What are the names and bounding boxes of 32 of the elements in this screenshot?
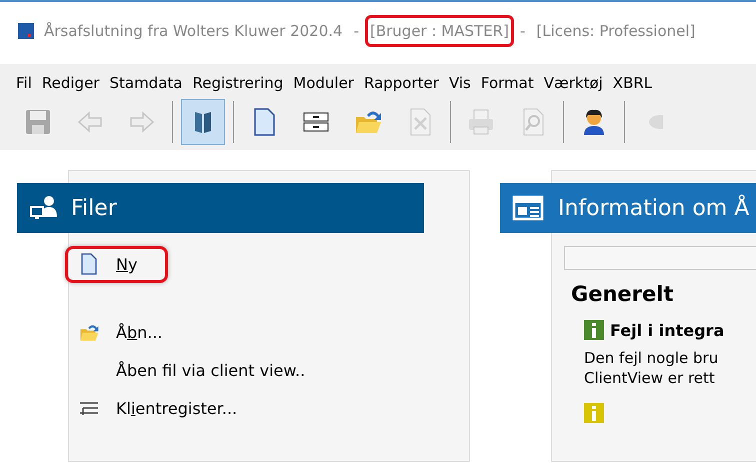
window-title: [Bruger : MASTER]: [364, 15, 514, 47]
folder-icon: [78, 322, 100, 342]
news-text: Den fejl nogle bru ClientView er rett: [584, 348, 720, 388]
menu-item[interactable]: Format: [480, 74, 534, 92]
menu-item[interactable]: Værktøj: [544, 74, 603, 92]
news-title: Fejl i integra: [610, 320, 724, 340]
menu-item[interactable]: Rapporter: [364, 74, 439, 92]
menu-item[interactable]: Åbn...: [65, 314, 194, 350]
save-icon: [23, 107, 53, 137]
panel-title: Information om Å: [558, 196, 750, 220]
window-title: -: [518, 21, 526, 42]
menu-item[interactable]: Åben fil via client view..: [65, 352, 336, 388]
panel-title: Filer: [71, 196, 117, 220]
menu-item[interactable]: Fil: [16, 74, 32, 92]
document-icon: [80, 253, 98, 275]
app-logo-icon: [18, 23, 34, 39]
menu-item[interactable]: Klientregister...: [65, 390, 268, 426]
menu-item[interactable]: Moduler: [293, 74, 354, 92]
menu-item[interactable]: Registrering: [192, 74, 284, 92]
menu-item[interactable]: Vis: [448, 74, 471, 92]
cabinet-icon: [79, 400, 99, 416]
menu-item[interactable]: Stamdata: [109, 74, 182, 92]
newspaper-icon: [512, 195, 546, 221]
window-title: [Licens: Professionel]: [535, 21, 696, 42]
window-title: -: [352, 21, 360, 42]
section-heading: Generelt: [571, 282, 675, 306]
window-title: Årsafslutning fra Wolters Kluwer 2020.4: [43, 21, 344, 42]
menu-item[interactable]: XBRL: [612, 74, 652, 92]
printer-icon: [466, 107, 496, 137]
menu-item[interactable]: Rediger: [42, 74, 100, 92]
menu-item[interactable]: Ny: [65, 246, 168, 282]
user-computer-icon: [29, 195, 59, 221]
